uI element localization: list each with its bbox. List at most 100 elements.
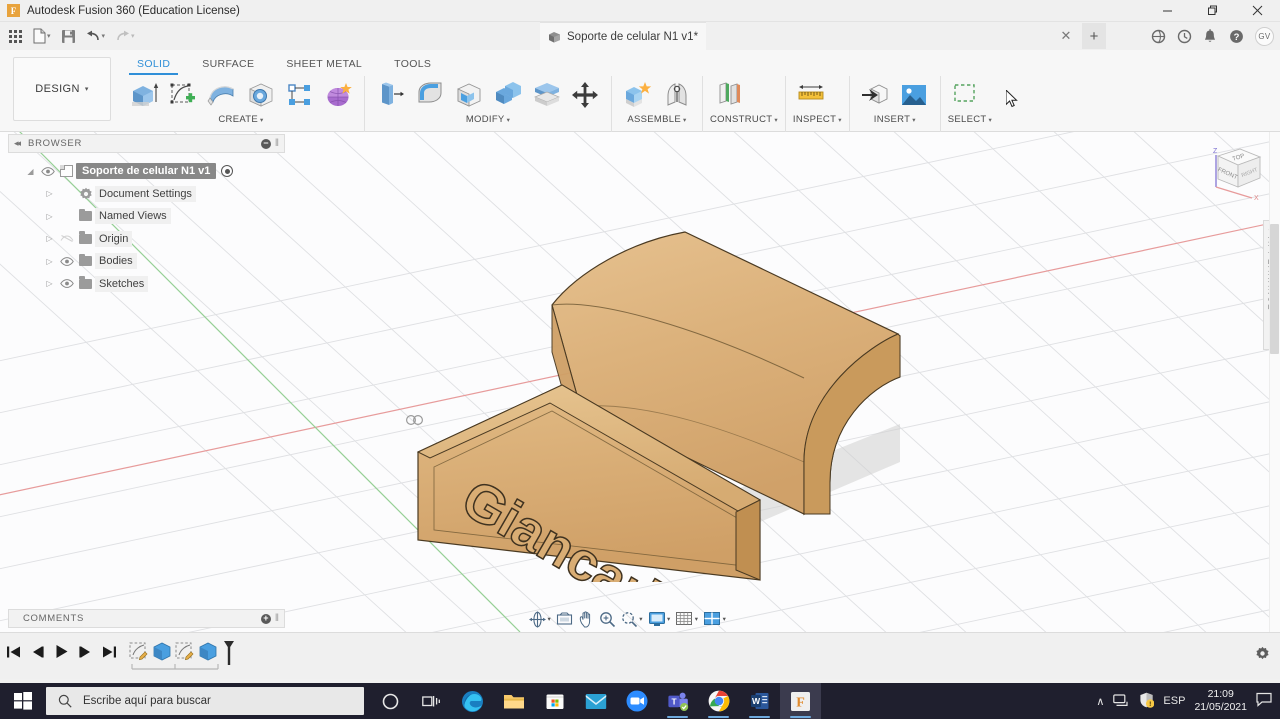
- security-icon[interactable]: !: [1139, 692, 1155, 711]
- select-window-button[interactable]: [948, 77, 985, 113]
- model-phone-stand[interactable]: Giancarlo: [400, 162, 960, 582]
- timeline-settings-button[interactable]: [1255, 646, 1270, 664]
- fillet-tool-button[interactable]: [411, 77, 448, 113]
- undo-button[interactable]: ▾: [82, 24, 110, 48]
- browser-minimize-icon[interactable]: −: [260, 138, 271, 149]
- create-sketch-button[interactable]: [164, 77, 201, 113]
- document-tab[interactable]: Soporte de celular N1 v1*: [540, 22, 707, 50]
- browser-grip-icon[interactable]: ‖: [275, 138, 279, 149]
- tab-solid[interactable]: SOLID: [121, 50, 186, 75]
- zoom-tool-button[interactable]: [597, 608, 618, 630]
- save-button[interactable]: [57, 24, 80, 48]
- sphere-tool-button[interactable]: [242, 77, 279, 113]
- browser-collapse-icon[interactable]: ◂◂: [14, 138, 21, 149]
- data-panel-refresh-icon[interactable]: [1146, 24, 1170, 48]
- zoom-button[interactable]: [616, 683, 657, 719]
- grid-snaps-caret[interactable]: ▾: [695, 615, 698, 623]
- tree-expand-arrow[interactable]: ◢: [23, 167, 38, 176]
- help-icon[interactable]: ?: [1224, 24, 1248, 48]
- press-pull-button[interactable]: [372, 77, 409, 113]
- scrollbar-thumb[interactable]: [1270, 224, 1279, 354]
- action-center-icon[interactable]: [1256, 692, 1272, 710]
- orbit-tool-button[interactable]: ▾: [527, 608, 553, 630]
- display-settings-caret[interactable]: ▾: [667, 615, 670, 623]
- tree-expand-arrow[interactable]: ▷: [42, 234, 57, 243]
- create-form-button[interactable]: [320, 77, 357, 113]
- timeline-feature-sketch-1[interactable]: [128, 641, 149, 662]
- tab-surface[interactable]: SURFACE: [186, 50, 270, 74]
- tree-item-document-settings[interactable]: ▷ Document Settings: [8, 183, 285, 206]
- user-avatar[interactable]: GV: [1255, 26, 1274, 46]
- extrude-tool-button[interactable]: [125, 77, 162, 113]
- insert-derive-button[interactable]: [857, 77, 894, 113]
- viewports-button[interactable]: ▾: [701, 608, 728, 630]
- minimize-button[interactable]: [1145, 0, 1190, 22]
- notifications-bell-icon[interactable]: [1198, 24, 1222, 48]
- measure-tool-button[interactable]: [793, 77, 830, 113]
- panel-create-label[interactable]: CREATE ▾: [125, 114, 357, 125]
- timeline-go-to-end[interactable]: [102, 643, 117, 660]
- tab-sheet-metal[interactable]: SHEET METAL: [270, 50, 378, 74]
- timeline-go-to-beginning[interactable]: [6, 643, 21, 660]
- app-grid-button[interactable]: [5, 24, 26, 48]
- word-button[interactable]: W: [739, 683, 780, 719]
- pattern-tool-button[interactable]: [281, 77, 318, 113]
- comments-grip-icon[interactable]: ‖: [275, 613, 279, 624]
- task-view-button[interactable]: [411, 683, 452, 719]
- redo-button[interactable]: ▾: [111, 24, 139, 48]
- new-document-tab-button[interactable]: +: [1082, 23, 1106, 49]
- tree-item-bodies[interactable]: ▷ Bodies: [8, 250, 285, 273]
- timeline-feature-extrude-2[interactable]: [197, 641, 218, 662]
- activate-component-radio[interactable]: [221, 165, 234, 178]
- timeline-feature-extrude-1[interactable]: [151, 641, 172, 662]
- fusion360-taskbar-button[interactable]: F: [780, 683, 821, 719]
- edge-button[interactable]: [452, 683, 493, 719]
- tree-item-named-views[interactable]: ▷ Named Views: [8, 205, 285, 228]
- tree-expand-arrow[interactable]: ▷: [42, 257, 57, 266]
- insert-canvas-button[interactable]: [896, 77, 933, 113]
- network-icon[interactable]: [1113, 693, 1130, 710]
- microsoft-store-button[interactable]: [534, 683, 575, 719]
- tree-item-sketches[interactable]: ▷ Sketches: [8, 273, 285, 296]
- offset-plane-button[interactable]: [710, 77, 747, 113]
- combine-tool-button[interactable]: [489, 77, 526, 113]
- tree-item-root[interactable]: ◢ Soporte de celular N1 v1: [8, 160, 285, 183]
- grid-snaps-button[interactable]: ▾: [673, 608, 700, 630]
- panel-insert-label[interactable]: INSERT ▾: [857, 114, 933, 125]
- maximize-button[interactable]: [1190, 0, 1235, 22]
- timeline-play[interactable]: [54, 643, 69, 660]
- viewports-caret[interactable]: ▾: [723, 615, 726, 623]
- tree-expand-arrow[interactable]: ▷: [42, 212, 57, 221]
- viewport-scrollbar[interactable]: [1269, 132, 1280, 632]
- pan-tool-button[interactable]: [576, 608, 596, 630]
- language-indicator[interactable]: ESP: [1163, 695, 1185, 707]
- tree-expand-arrow[interactable]: ▷: [42, 279, 57, 288]
- visibility-eye-icon[interactable]: [57, 279, 76, 289]
- orbit-caret[interactable]: ▾: [548, 615, 551, 623]
- joint-tool-button[interactable]: [658, 77, 695, 113]
- timeline-step-forward[interactable]: [78, 643, 93, 660]
- tree-item-origin[interactable]: ▷ Origin: [8, 228, 285, 251]
- panel-construct-label[interactable]: CONSTRUCT ▾: [710, 114, 778, 125]
- tab-tools[interactable]: TOOLS: [378, 50, 447, 74]
- add-comment-icon[interactable]: +: [260, 613, 271, 624]
- recent-activity-icon[interactable]: [1172, 24, 1196, 48]
- new-component-button[interactable]: [619, 77, 656, 113]
- shell-tool-button[interactable]: [450, 77, 487, 113]
- timeline-feature-sketch-2[interactable]: [174, 641, 195, 662]
- document-tab-close[interactable]: ✕: [1058, 28, 1074, 44]
- cortana-button[interactable]: [370, 683, 411, 719]
- panel-select-label[interactable]: SELECT ▾: [948, 114, 992, 125]
- offset-face-button[interactable]: [528, 77, 565, 113]
- viewport-canvas[interactable]: Giancarlo ◂◂ BROWSER − ‖ ◢ Soporte de ce…: [0, 132, 1280, 632]
- look-at-button[interactable]: [554, 608, 575, 630]
- teams-button[interactable]: T: [657, 683, 698, 719]
- tray-chevron-icon[interactable]: ∧: [1096, 695, 1104, 708]
- tree-expand-arrow[interactable]: ▷: [42, 189, 57, 198]
- panel-assemble-label[interactable]: ASSEMBLE ▾: [619, 114, 695, 125]
- move-copy-button[interactable]: [567, 77, 604, 113]
- file-explorer-button[interactable]: [493, 683, 534, 719]
- visibility-eye-icon[interactable]: [57, 256, 76, 266]
- close-button[interactable]: [1235, 0, 1280, 22]
- start-button[interactable]: [0, 683, 46, 719]
